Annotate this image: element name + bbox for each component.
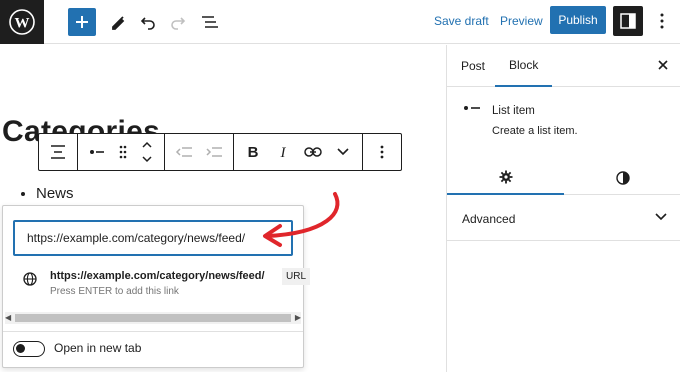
tab-post[interactable]: Post	[447, 45, 499, 87]
toggle-knob	[16, 344, 25, 353]
scroll-right-icon[interactable]: ▶	[295, 313, 301, 322]
block-card: List item Create a list item.	[447, 87, 680, 195]
list-item-icon	[90, 150, 104, 154]
publish-button[interactable]: Publish	[550, 6, 606, 34]
close-sidebar-button[interactable]	[655, 57, 671, 73]
svg-text:B: B	[248, 145, 259, 159]
chevron-down-icon	[655, 213, 667, 221]
preview-button[interactable]: Preview	[500, 14, 543, 28]
suggestion-hint: Press ENTER to add this link	[50, 286, 179, 297]
close-icon	[658, 60, 668, 70]
bold-button[interactable]: B	[238, 134, 268, 170]
undo-icon	[140, 17, 155, 30]
link-suggestion[interactable]: https://example.com/category/news/feed/ …	[3, 264, 311, 308]
sidebar-icon	[620, 13, 636, 29]
svg-text:I: I	[280, 145, 287, 159]
scroll-left-icon[interactable]: ◀	[5, 313, 11, 322]
italic-button[interactable]: I	[268, 134, 298, 170]
outdent-button[interactable]	[169, 134, 199, 170]
block-card-description: Create a list item.	[492, 125, 578, 137]
bold-icon: B	[248, 145, 259, 159]
popover-divider	[3, 331, 303, 332]
list-block: News	[20, 185, 74, 202]
tools-button[interactable]	[104, 8, 132, 36]
open-new-tab-toggle[interactable]	[13, 341, 45, 357]
options-menu-button[interactable]	[652, 10, 672, 32]
chevron-up-down-icon	[142, 141, 152, 163]
drag-handle-icon	[119, 145, 127, 159]
block-toolbar: B I	[38, 133, 402, 171]
redo-icon	[171, 17, 186, 30]
block-options-button[interactable]	[367, 134, 397, 170]
block-card-title: List item	[492, 105, 535, 117]
outdent-icon	[175, 147, 192, 157]
indent-icon	[206, 147, 222, 157]
settings-sidebar: Post Block List item Create a list item.…	[446, 45, 680, 372]
toolbar-group-format: B I	[234, 134, 363, 170]
block-type-button[interactable]	[82, 134, 112, 170]
suggestion-url: https://example.com/category/news/feed/	[50, 270, 265, 282]
list-item[interactable]: News	[36, 185, 74, 202]
sidebar-tabs: Post Block	[447, 45, 680, 87]
save-draft-button[interactable]: Save draft	[434, 14, 489, 28]
indent-button[interactable]	[199, 134, 229, 170]
list-view-icon	[202, 16, 218, 28]
horizontal-scrollbar[interactable]: ◀ ▶	[5, 312, 301, 324]
toolbar-group-block	[78, 134, 165, 170]
add-block-button[interactable]	[68, 8, 96, 36]
scrollbar-thumb[interactable]	[15, 314, 291, 322]
list-parent-icon	[51, 145, 65, 159]
advanced-panel-toggle[interactable]: Advanced	[447, 195, 680, 241]
tab-block-styles[interactable]	[564, 161, 680, 195]
open-new-tab-label: Open in new tab	[54, 341, 142, 355]
select-parent-button[interactable]	[43, 134, 73, 170]
redo-button[interactable]	[164, 8, 192, 36]
more-vertical-icon	[660, 13, 664, 29]
wordpress-logo[interactable]: W	[0, 0, 44, 44]
document-overview-button[interactable]	[196, 8, 224, 36]
more-formats-button[interactable]	[328, 134, 358, 170]
undo-button[interactable]	[134, 8, 162, 36]
list-item-icon	[464, 106, 480, 110]
toolbar-group-indent	[165, 134, 234, 170]
tab-block-settings[interactable]	[447, 161, 564, 195]
move-up-down-button[interactable]	[134, 134, 160, 170]
toolbar-group-options	[363, 134, 401, 170]
chevron-down-icon	[337, 148, 349, 156]
editor-top-bar: W Save draft Preview Publish	[0, 0, 680, 44]
link-icon	[304, 147, 322, 157]
toolbar-group-parent	[39, 134, 78, 170]
gear-icon	[499, 170, 512, 184]
drag-handle[interactable]	[112, 134, 134, 170]
tab-block[interactable]: Block	[495, 45, 553, 87]
pencil-icon	[112, 16, 125, 30]
suggestion-type-badge: URL	[282, 268, 311, 285]
more-vertical-icon	[380, 145, 384, 159]
advanced-label: Advanced	[462, 212, 516, 226]
svg-text:W: W	[15, 16, 30, 32]
styles-icon	[615, 171, 630, 185]
annotation-arrow	[263, 192, 340, 247]
italic-icon: I	[280, 145, 287, 159]
plus-icon	[76, 16, 88, 28]
link-button[interactable]	[298, 134, 328, 170]
wordpress-icon: W	[9, 9, 35, 35]
settings-toggle-button[interactable]	[613, 6, 643, 36]
globe-icon	[23, 272, 37, 286]
